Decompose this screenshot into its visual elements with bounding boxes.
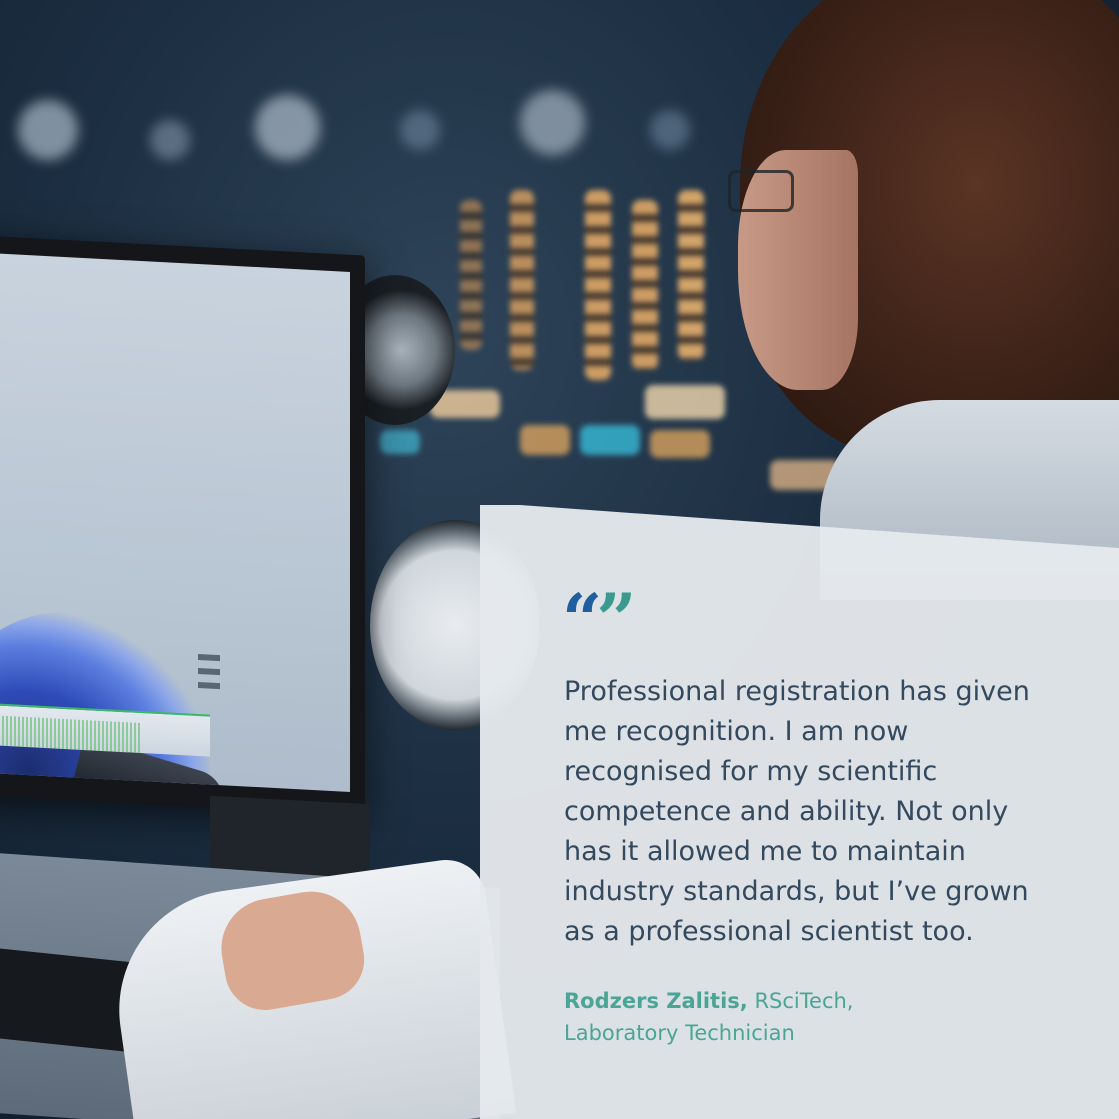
testimonial-attribution: Rodzers Zalitis, RSciTech, Laboratory Tec…	[564, 985, 984, 1049]
monitor-screen	[0, 252, 350, 792]
bokeh-light	[150, 120, 190, 160]
bokeh-light	[400, 110, 440, 150]
server-lights	[678, 190, 704, 360]
server-lights	[632, 200, 658, 370]
author-credential: RSciTech,	[747, 989, 854, 1013]
photo-scene: “” Professional registration has given m…	[0, 0, 1119, 1119]
glasses	[728, 170, 794, 212]
panel-light	[650, 430, 710, 458]
testimonial-quote: Professional registration has given me r…	[564, 676, 1030, 947]
quote-mark-icon: “”	[562, 578, 637, 661]
panel-light	[580, 425, 640, 455]
bokeh-light	[650, 110, 690, 150]
panel-light	[520, 425, 570, 455]
panel-light	[380, 430, 420, 454]
bokeh-light	[18, 100, 78, 160]
bokeh-light	[520, 90, 585, 155]
server-lights	[510, 190, 534, 370]
server-lights	[585, 190, 611, 380]
panel-light	[645, 385, 725, 419]
author-role: Laboratory Technician	[564, 1021, 795, 1045]
screen-control	[198, 681, 220, 690]
server-lights	[460, 200, 482, 350]
screen-control	[198, 667, 220, 676]
screen-control	[198, 653, 220, 662]
author-name: Rodzers Zalitis,	[564, 989, 748, 1013]
bokeh-light	[255, 95, 320, 160]
